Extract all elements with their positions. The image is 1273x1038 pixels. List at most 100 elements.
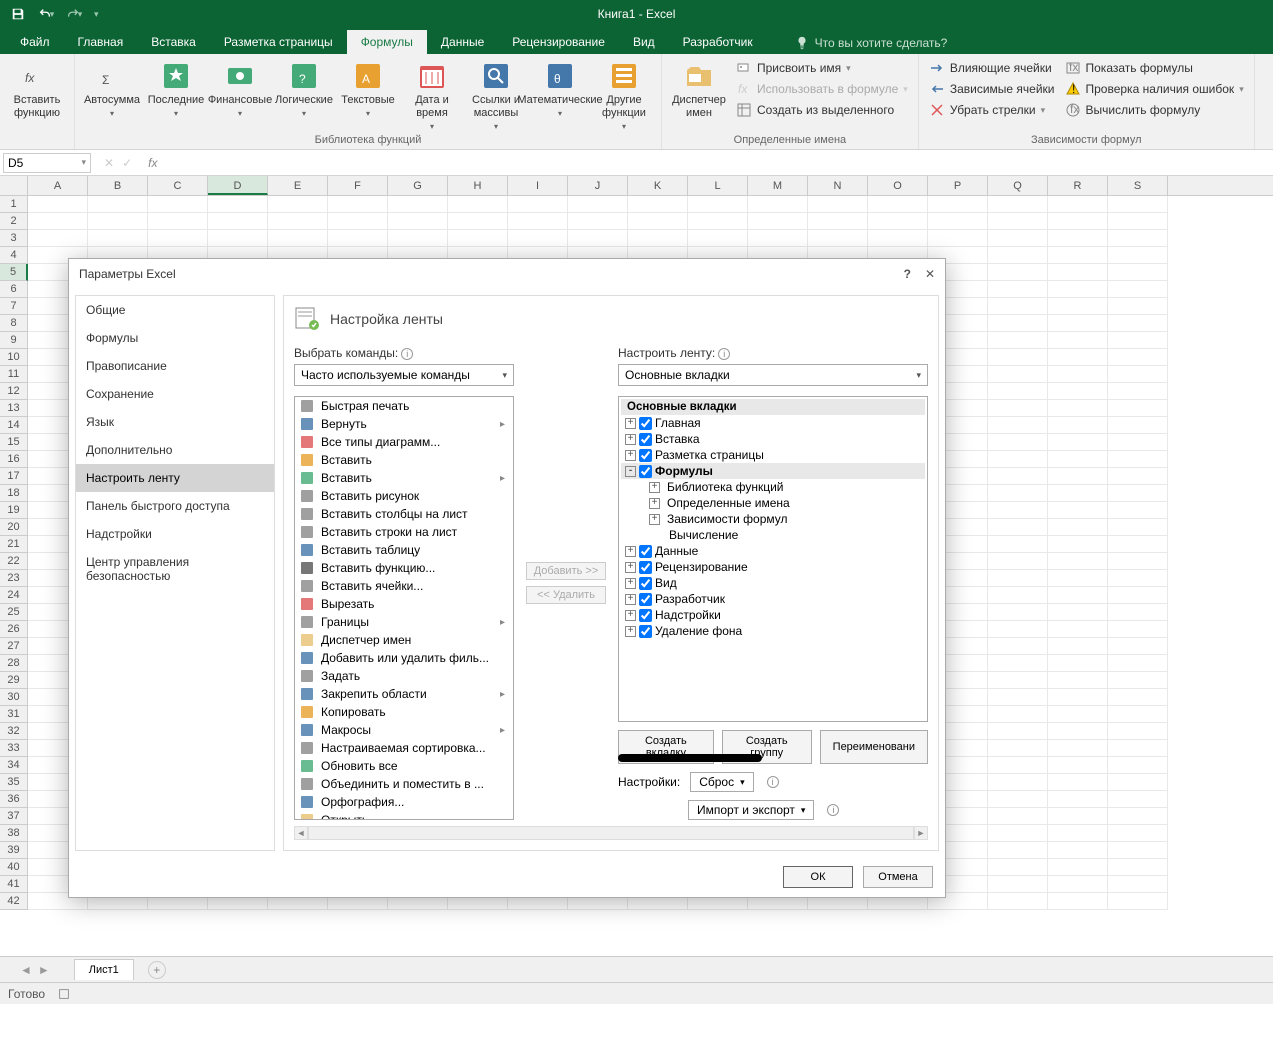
cell[interactable]	[1108, 366, 1168, 383]
cell[interactable]	[748, 213, 808, 230]
column-header[interactable]: J	[568, 176, 628, 195]
cell[interactable]	[1108, 213, 1168, 230]
row-header[interactable]: 38	[0, 825, 28, 842]
qat-customize-icon[interactable]: ▾	[94, 9, 99, 20]
fx-label-icon[interactable]: fx	[142, 156, 163, 170]
column-header[interactable]: L	[688, 176, 748, 195]
cell[interactable]	[1048, 213, 1108, 230]
trace-dependents-button[interactable]: Зависимые ячейки	[925, 79, 1059, 99]
enter-formula-button[interactable]: ✓	[122, 156, 132, 170]
column-header[interactable]: P	[928, 176, 988, 195]
column-header[interactable]: C	[148, 176, 208, 195]
row-header[interactable]: 13	[0, 400, 28, 417]
undo-button[interactable]: ▾	[34, 3, 58, 25]
cell[interactable]	[208, 196, 268, 213]
tree-checkbox[interactable]	[639, 417, 652, 430]
date-time-button[interactable]: Дата и время▾	[401, 58, 463, 133]
cell[interactable]	[328, 196, 388, 213]
cell[interactable]	[1108, 740, 1168, 757]
tree-item[interactable]: +Главная	[621, 415, 925, 431]
cell[interactable]	[1108, 655, 1168, 672]
cell[interactable]	[688, 213, 748, 230]
row-header[interactable]: 10	[0, 349, 28, 366]
expand-button[interactable]: +	[625, 434, 636, 445]
cell[interactable]	[1108, 485, 1168, 502]
row-header[interactable]: 36	[0, 791, 28, 808]
row-header[interactable]: 20	[0, 519, 28, 536]
cell[interactable]	[748, 196, 808, 213]
text-button[interactable]: AТекстовые▾	[337, 58, 399, 120]
cell[interactable]	[1048, 842, 1108, 859]
add-button[interactable]: Добавить >>	[526, 562, 606, 580]
cell[interactable]	[988, 298, 1048, 315]
use-in-formula-button[interactable]: fxИспользовать в формуле▾	[732, 79, 912, 99]
save-button[interactable]	[6, 3, 30, 25]
cell[interactable]	[988, 672, 1048, 689]
command-item[interactable]: Копировать	[295, 703, 513, 721]
cell[interactable]	[28, 230, 88, 247]
cell[interactable]	[988, 485, 1048, 502]
column-header[interactable]: I	[508, 176, 568, 195]
cell[interactable]	[1108, 468, 1168, 485]
cell[interactable]	[1048, 400, 1108, 417]
cell[interactable]	[988, 587, 1048, 604]
column-header[interactable]: A	[28, 176, 88, 195]
expand-button[interactable]: +	[625, 450, 636, 461]
cell[interactable]	[208, 213, 268, 230]
name-box[interactable]: D5▾	[3, 153, 91, 173]
dialog-nav-item[interactable]: Дополнительно	[76, 436, 274, 464]
column-header[interactable]: K	[628, 176, 688, 195]
cell[interactable]	[328, 213, 388, 230]
commands-combo[interactable]: Часто используемые команды▾	[294, 364, 514, 386]
cell[interactable]	[1048, 621, 1108, 638]
tab-developer[interactable]: Разработчик	[669, 30, 767, 54]
command-item[interactable]: Объединить и поместить в ...	[295, 775, 513, 793]
cell[interactable]	[1108, 638, 1168, 655]
info-icon[interactable]: i	[718, 348, 730, 360]
cell[interactable]	[1048, 672, 1108, 689]
autosum-button[interactable]: ΣАвтосумма▾	[81, 58, 143, 120]
cell[interactable]	[988, 723, 1048, 740]
cell[interactable]	[988, 451, 1048, 468]
cell[interactable]	[1048, 570, 1108, 587]
cell[interactable]	[1048, 485, 1108, 502]
dialog-nav-item[interactable]: Центр управления безопасностью	[76, 548, 274, 590]
remove-arrows-button[interactable]: Убрать стрелки ▾	[925, 100, 1059, 120]
cell[interactable]	[1108, 536, 1168, 553]
column-header[interactable]: B	[88, 176, 148, 195]
evaluate-formula-button[interactable]: fxВычислить формулу	[1061, 100, 1248, 120]
command-item[interactable]: Добавить или удалить филь...	[295, 649, 513, 667]
cell[interactable]	[988, 400, 1048, 417]
cell[interactable]	[988, 876, 1048, 893]
tree-checkbox[interactable]	[639, 593, 652, 606]
cell[interactable]	[1048, 451, 1108, 468]
tell-me-search[interactable]: Что вы хотите сделать?	[787, 32, 956, 54]
cell[interactable]	[268, 230, 328, 247]
ribbon-tree[interactable]: Основные вкладки +Главная+Вставка+Размет…	[618, 396, 928, 722]
cell[interactable]	[448, 196, 508, 213]
command-item[interactable]: Открыть	[295, 811, 513, 820]
cell[interactable]	[988, 757, 1048, 774]
cell[interactable]	[1108, 587, 1168, 604]
tab-file[interactable]: Файл	[6, 30, 64, 54]
cell[interactable]	[1108, 604, 1168, 621]
cell[interactable]	[148, 230, 208, 247]
row-header[interactable]: 6	[0, 281, 28, 298]
cell[interactable]	[1048, 876, 1108, 893]
tree-checkbox[interactable]	[639, 545, 652, 558]
tree-checkbox[interactable]	[639, 433, 652, 446]
cell[interactable]	[1048, 689, 1108, 706]
row-header[interactable]: 41	[0, 876, 28, 893]
row-header[interactable]: 24	[0, 587, 28, 604]
row-header[interactable]: 5	[0, 264, 28, 281]
cell[interactable]	[988, 706, 1048, 723]
cell[interactable]	[688, 230, 748, 247]
row-header[interactable]: 30	[0, 689, 28, 706]
command-item[interactable]: Все типы диаграмм...	[295, 433, 513, 451]
row-header[interactable]: 19	[0, 502, 28, 519]
cell[interactable]	[868, 196, 928, 213]
command-item[interactable]: Орфография...	[295, 793, 513, 811]
cell[interactable]	[988, 213, 1048, 230]
cell[interactable]	[388, 213, 448, 230]
tree-item[interactable]: -Формулы	[621, 463, 925, 479]
